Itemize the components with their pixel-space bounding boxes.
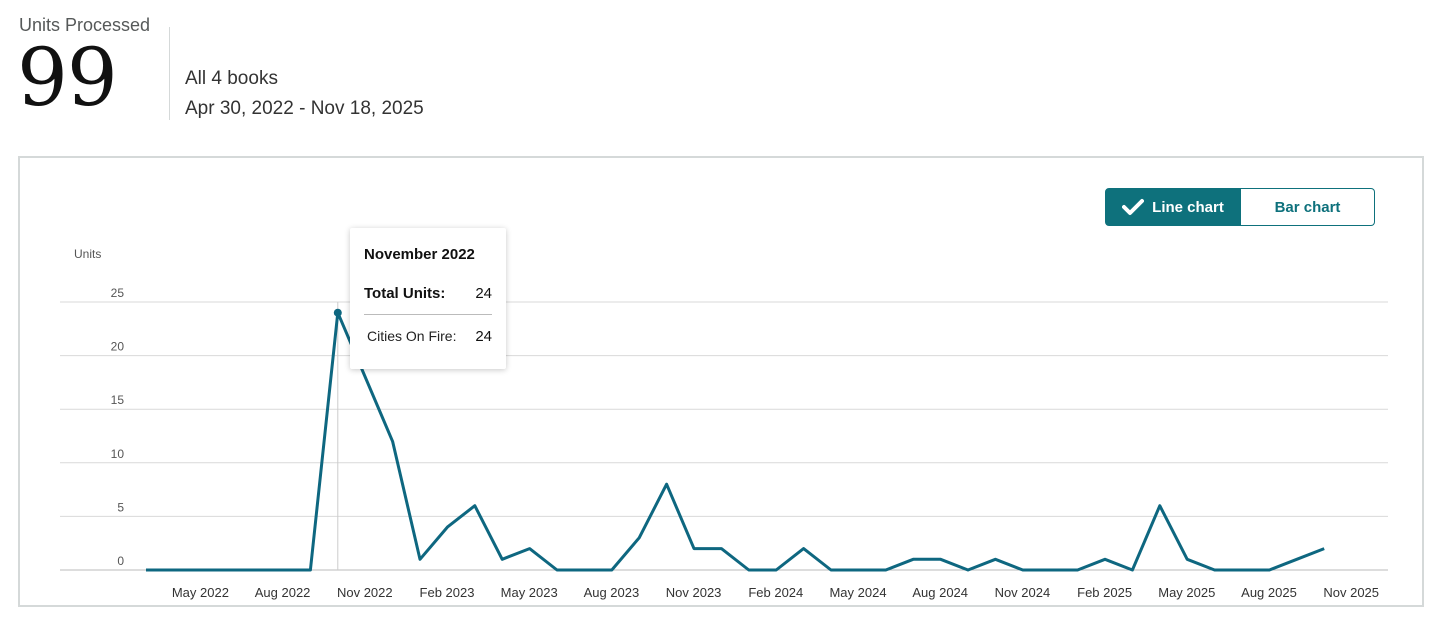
tooltip-book-value: 24 xyxy=(475,328,492,345)
x-tick-label: Aug 2022 xyxy=(255,585,311,600)
x-tick-label: Aug 2025 xyxy=(1241,585,1297,600)
x-tick-label: Nov 2023 xyxy=(666,585,722,600)
x-tick-labels: May 2022 Aug 2022 Nov 2022 Feb 2023 May 2023… xyxy=(172,585,1379,600)
data-points xyxy=(333,308,342,317)
chart-tooltip: November 2022 Total Units: 24 Cities On … xyxy=(350,228,506,369)
line-chart-button[interactable]: Line chart xyxy=(1105,188,1241,226)
x-tick-label: Feb 2024 xyxy=(748,585,803,600)
tooltip-divider xyxy=(364,314,492,315)
x-tick-label: Aug 2023 xyxy=(584,585,640,600)
x-tick-label: Nov 2022 xyxy=(337,585,393,600)
y-tick-labels: 0 5 10 15 20 25 xyxy=(111,286,125,568)
x-tick-label: May 2024 xyxy=(829,585,886,600)
bar-chart-label: Bar chart xyxy=(1274,198,1341,216)
y-tick-label: 25 xyxy=(111,286,125,300)
chart-type-toggle: Line chart Bar chart xyxy=(1105,188,1375,226)
line-chart: Units 0 5 10 15 20 25 May 2022 Aug 2022 Nov 202… xyxy=(60,247,1388,600)
tooltip-total-value: 24 xyxy=(475,285,492,302)
y-tick-label: 20 xyxy=(111,340,125,354)
y-axis-label: Units xyxy=(74,247,101,261)
x-tick-label: Feb 2025 xyxy=(1077,585,1132,600)
y-tick-label: 5 xyxy=(117,500,124,514)
x-tick-label: May 2025 xyxy=(1158,585,1215,600)
tooltip-title: November 2022 xyxy=(364,246,475,263)
y-tick-label: 10 xyxy=(111,447,125,461)
x-tick-label: May 2022 xyxy=(172,585,229,600)
x-tick-label: May 2023 xyxy=(501,585,558,600)
y-tick-label: 0 xyxy=(117,554,124,568)
tooltip-total-label: Total Units: xyxy=(364,285,446,302)
grid-lines xyxy=(60,301,1388,571)
bar-chart-button[interactable]: Bar chart xyxy=(1241,188,1375,226)
checkmark-icon xyxy=(1122,199,1145,215)
series-line xyxy=(146,311,1325,572)
highlighted-data-point[interactable] xyxy=(333,308,342,317)
tooltip-book-label: Cities On Fire: xyxy=(367,328,457,344)
x-tick-label: Feb 2023 xyxy=(420,585,475,600)
x-tick-label: Nov 2024 xyxy=(995,585,1051,600)
x-tick-label: Aug 2024 xyxy=(912,585,968,600)
x-tick-label: Nov 2025 xyxy=(1323,585,1379,600)
y-tick-label: 15 xyxy=(111,393,125,407)
line-chart-label: Line chart xyxy=(1152,198,1224,216)
